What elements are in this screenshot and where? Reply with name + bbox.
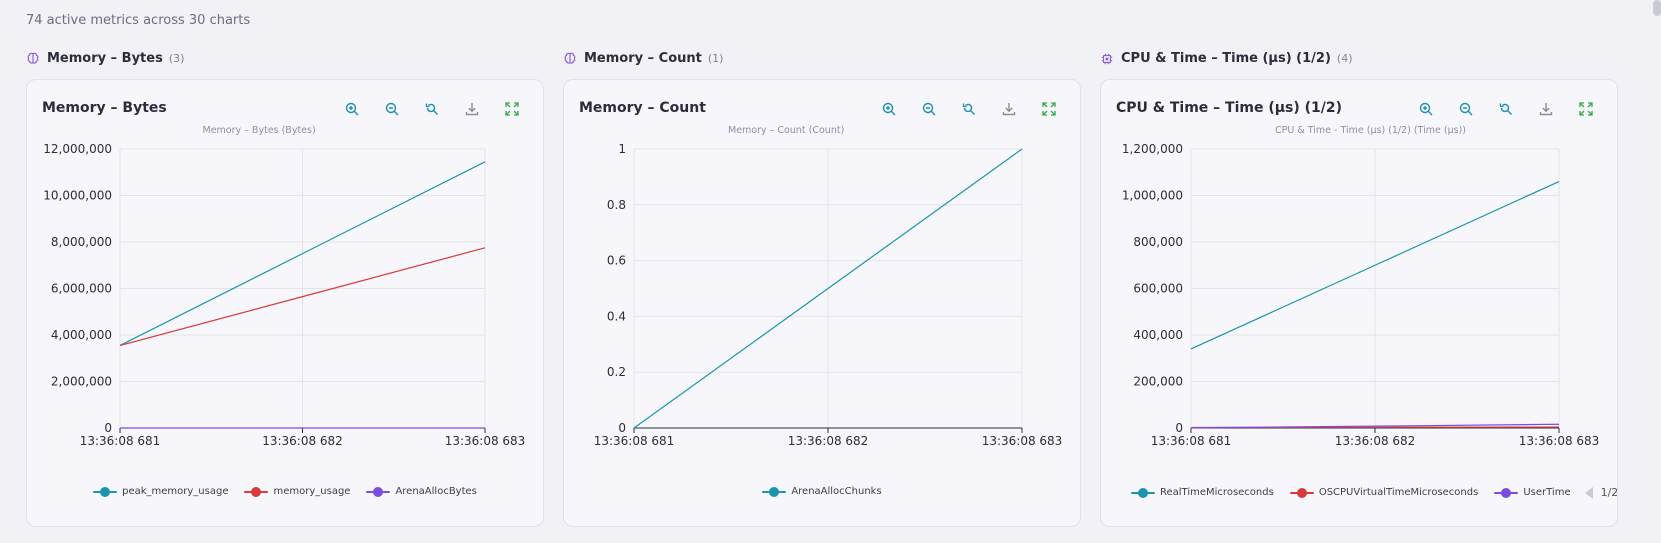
y-tick-label: 0 (104, 421, 112, 435)
legend-label: ArenaAllocChunks (791, 486, 882, 497)
y-tick-label: 0.6 (607, 254, 626, 268)
legend-page-indicator: 1/2 (1600, 486, 1617, 499)
group-count: (1) (707, 52, 724, 65)
y-tick-label: 0.4 (607, 309, 626, 323)
chart-card-memory-bytes: Memory – Bytes Memory – Bytes (Bytes) 0 2,… (26, 79, 544, 527)
y-tick-label: 600,000 (1133, 282, 1183, 296)
legend-item[interactable]: RealTimeMicroseconds (1131, 487, 1274, 498)
chart-legend: peak_memory_usage memory_usage ArenaAllocB… (27, 486, 543, 497)
group-header-cpu-time: CPU & Time – Time (µs) (1/2) (4) (1100, 51, 1353, 66)
chart-subtitle: Memory – Bytes (Bytes) (203, 125, 316, 136)
y-tick-label: 8,000,000 (51, 235, 112, 249)
legend-prev-button[interactable] (1584, 486, 1593, 499)
legend-swatch (1289, 487, 1314, 498)
legend-swatch (366, 486, 391, 497)
chart-legend: RealTimeMicroseconds OSCPUVirtualTimeMicr… (1101, 486, 1617, 499)
y-tick-label: 2,000,000 (51, 375, 112, 389)
y-tick-label: 0 (618, 421, 626, 435)
legend-label: OSCPUVirtualTimeMicroseconds (1318, 487, 1479, 498)
legend-item[interactable]: ArenaAllocChunks (762, 486, 882, 497)
x-tick-label: 13:36:08 683 (445, 434, 526, 448)
y-tick-label: 0.8 (607, 198, 626, 212)
legend-swatch (762, 486, 787, 497)
legend-item[interactable]: ArenaAllocBytes (366, 486, 477, 497)
legend-label: UserTime (1523, 487, 1571, 498)
group-title: CPU & Time – Time (µs) (1/2) (1121, 51, 1331, 66)
y-tick-label: 1,000,000 (1122, 189, 1183, 203)
legend-label: RealTimeMicroseconds (1160, 487, 1274, 498)
y-tick-label: 12,000,000 (43, 142, 112, 156)
x-tick-label: 13:36:08 681 (1151, 434, 1232, 448)
legend-swatch (244, 486, 269, 497)
y-tick-label: 400,000 (1133, 328, 1183, 342)
x-tick-label: 13:36:08 682 (262, 434, 343, 448)
y-tick-label: 6,000,000 (51, 282, 112, 296)
x-tick-label: 13:36:08 682 (788, 434, 869, 448)
y-tick-label: 800,000 (1133, 235, 1183, 249)
y-tick-label: 0.2 (607, 365, 626, 379)
legend-label: ArenaAllocBytes (395, 486, 477, 497)
group-header-memory-count: Memory – Count (1) (563, 51, 723, 66)
group-title: Memory – Bytes (47, 51, 163, 66)
cpu-icon (1100, 52, 1114, 66)
x-tick-label: 13:36:08 683 (982, 434, 1063, 448)
chart-legend: ArenaAllocChunks (564, 486, 1080, 497)
y-tick-label: 200,000 (1133, 375, 1183, 389)
chart-card-cpu-time: CPU & Time – Time (µs) (1/2) CPU & Time … (1100, 79, 1618, 527)
legend-swatch (1494, 487, 1519, 498)
x-tick-label: 13:36:08 683 (1519, 434, 1600, 448)
legend-item[interactable]: OSCPUVirtualTimeMicroseconds (1289, 487, 1479, 498)
line-chart[interactable]: CPU & Time - Time (µs) (1/2) (Time (µs))… (1101, 80, 1619, 480)
y-tick-label: 1,200,000 (1122, 142, 1183, 156)
chart-card-memory-count: Memory – Count Memory – Count (Count) 0 0.… (563, 79, 1081, 527)
legend-item[interactable]: peak_memory_usage (93, 486, 228, 497)
brain-icon (563, 52, 577, 66)
y-tick-label: 4,000,000 (51, 328, 112, 342)
line-chart[interactable]: Memory – Bytes (Bytes) 0 2,000,000 4,000,00… (27, 80, 545, 480)
line-chart[interactable]: Memory – Count (Count) 0 0.2 0.4 0.6 0.8 1 13:3… (564, 80, 1082, 480)
metrics-summary: 74 active metrics across 30 charts (26, 13, 251, 28)
group-header-memory-bytes: Memory – Bytes (3) (26, 51, 184, 66)
y-tick-label: 1 (618, 142, 626, 156)
page-scrollbar[interactable] (1653, 0, 1661, 16)
chart-subtitle: CPU & Time - Time (µs) (1/2) (Time (µs)) (1275, 125, 1466, 136)
legend-swatch (1131, 487, 1155, 498)
x-tick-label: 13:36:08 682 (1335, 434, 1416, 448)
legend-item[interactable]: UserTime (1494, 487, 1571, 498)
group-count: (3) (168, 52, 185, 65)
legend-item[interactable]: memory_usage (244, 486, 350, 497)
legend-label: memory_usage (273, 486, 351, 497)
legend-swatch (93, 486, 118, 497)
legend-pager: 1/2 (1584, 486, 1617, 499)
x-tick-label: 13:36:08 681 (594, 434, 675, 448)
y-tick-label: 10,000,000 (43, 189, 112, 203)
x-tick-label: 13:36:08 681 (80, 434, 161, 448)
chart-subtitle: Memory – Count (Count) (728, 125, 844, 136)
group-count: (4) (1336, 52, 1353, 65)
group-title: Memory – Count (584, 51, 702, 66)
legend-label: peak_memory_usage (122, 486, 229, 497)
brain-icon (26, 52, 40, 66)
y-tick-label: 0 (1175, 421, 1183, 435)
